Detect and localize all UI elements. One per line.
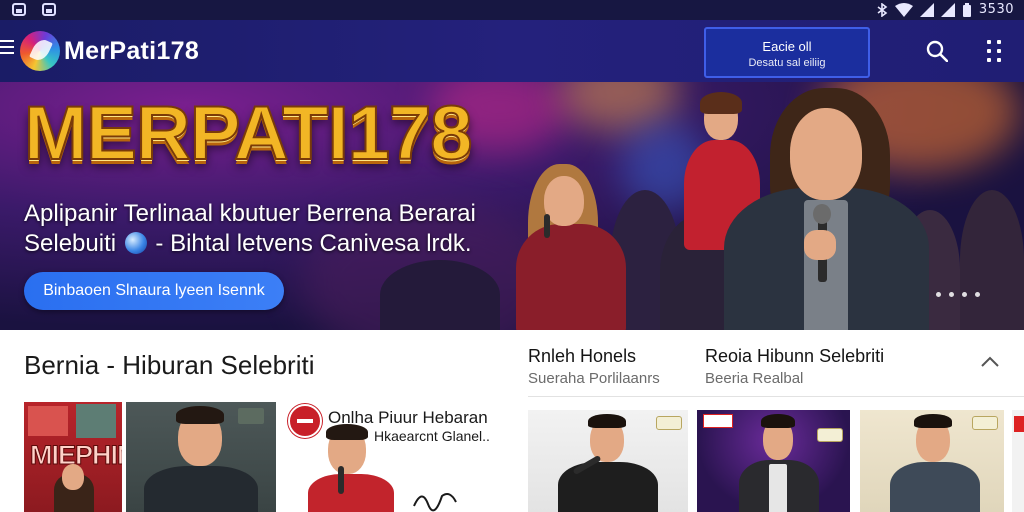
globe-icon [124, 232, 147, 254]
video-thumbnail[interactable] [126, 402, 276, 512]
carousel-indicator[interactable] [936, 292, 980, 297]
video-thumbnail[interactable] [1012, 410, 1024, 512]
brand-title[interactable]: MerPati178 [64, 37, 199, 66]
bluetooth-icon [877, 2, 888, 17]
carousel-dot[interactable] [975, 292, 980, 297]
carousel-dot[interactable] [936, 292, 941, 297]
carousel-dot[interactable] [949, 292, 954, 297]
signal-icon [919, 2, 934, 17]
chevron-up-icon[interactable] [980, 354, 1000, 368]
section-title: Bernia - Hiburan Selebriti [24, 350, 315, 380]
hero-subtitle-line2-b: - Bihtal letvens Canivesa lrdk. [155, 230, 472, 257]
hero-cta-button[interactable]: Binbaoen Slnaura lyeen Isennk [24, 272, 284, 310]
hero-subtitle-line2: Selebuiti - Bihtal letvens Canivesa lrdk… [24, 229, 476, 259]
video-thumbnail[interactable] [528, 410, 688, 512]
divider [528, 396, 1024, 397]
announcement-subtitle: Hkaearcnt Glanel.. [374, 428, 490, 444]
notification-icon [42, 3, 56, 16]
search-icon[interactable] [926, 40, 948, 62]
status-bar: 3530 [0, 0, 1024, 20]
carousel-dot[interactable] [962, 292, 967, 297]
app-bar: MerPati178 Eacie oll Desatu sal eiliig [0, 20, 1024, 82]
image-icon [12, 3, 26, 16]
hero-title: MERPATI178 [23, 91, 474, 176]
header-cta-line2: Desatu sal eiliig [748, 57, 826, 69]
header-cta-line1: Eacie oll [762, 39, 812, 54]
video-thumbnail[interactable] [697, 410, 850, 512]
right-col1-subtitle: Sueraha Porlilaanrs [528, 370, 660, 387]
hero-subtitle-line1: Aplipanir Terlinaal kbutuer Berrena Bera… [24, 200, 476, 227]
logo-icon [20, 31, 60, 71]
right-col2-title[interactable]: Reoia Hibunn Selebriti [705, 346, 884, 367]
wifi-icon [894, 2, 913, 17]
badge-icon [288, 404, 322, 438]
announcement-card[interactable]: Onlha Piuur Hebaran Hkaearcnt Glanel.. [282, 402, 500, 512]
header-cta-button[interactable]: Eacie oll Desatu sal eiliig [704, 27, 870, 78]
status-time: 3530 [978, 2, 1014, 17]
video-thumbnail[interactable] [860, 410, 1004, 512]
signal-icon [940, 2, 955, 17]
menu-icon[interactable] [0, 40, 14, 58]
battery-icon [962, 2, 971, 17]
poster-thumbnail[interactable]: MIEPHIN [24, 402, 122, 512]
hero-subtitle: Aplipanir Terlinaal kbutuer Berrena Bera… [24, 199, 476, 259]
right-col2-subtitle: Beeria Realbal [705, 370, 804, 387]
hero-subtitle-line2-a: Selebuiti [24, 230, 117, 257]
signature-icon [413, 493, 457, 512]
hero-banner[interactable]: MERPATI178 Aplipanir Terlinaal kbutuer B… [0, 82, 1024, 330]
more-options-icon[interactable] [985, 38, 1005, 64]
content-area: Bernia - Hiburan Selebriti Rnleh Honels … [0, 330, 1024, 512]
right-col1-title[interactable]: Rnleh Honels [528, 346, 636, 367]
